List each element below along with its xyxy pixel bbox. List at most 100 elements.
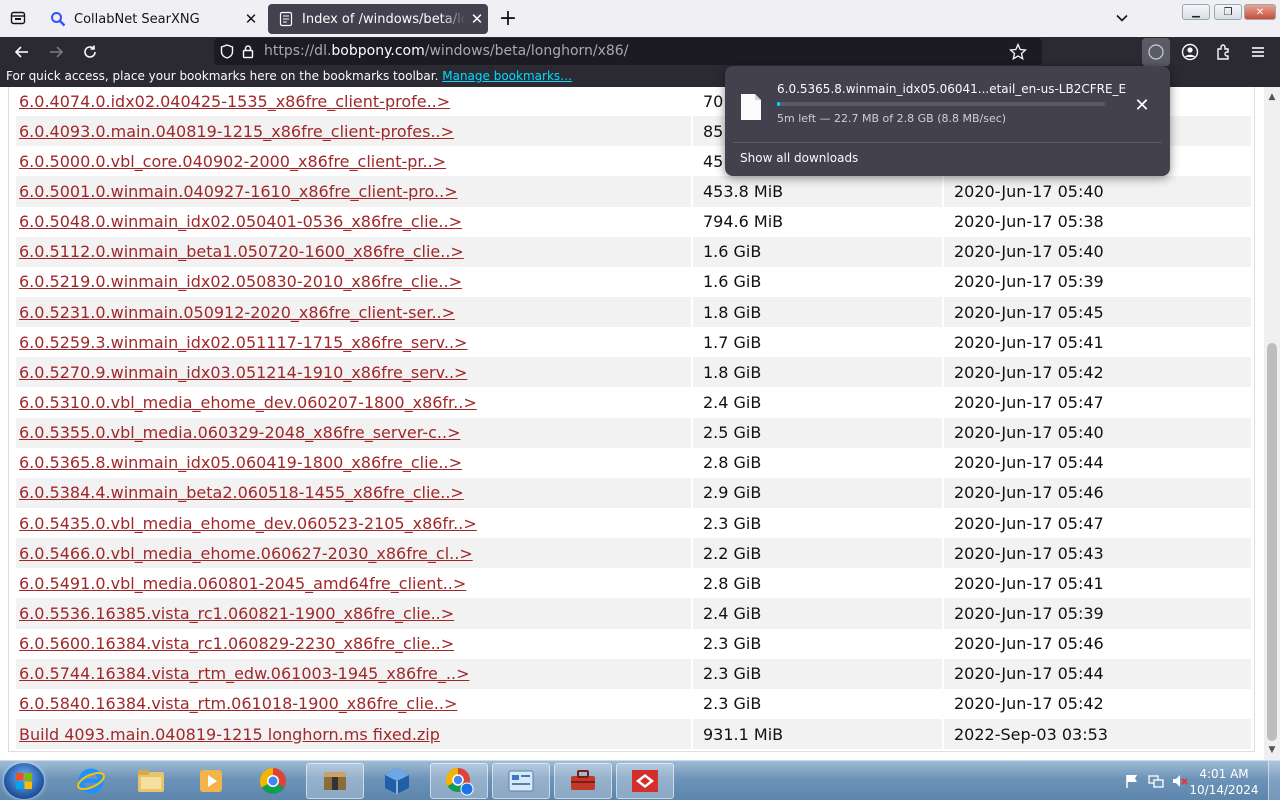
minimize-button[interactable]: ▁ <box>1182 4 1210 20</box>
file-link[interactable]: 6.0.5384.4.winmain_beta2.060518-1455_x86… <box>19 483 464 502</box>
tab-searxng[interactable]: CollabNet SearXNG ✕ <box>40 4 262 34</box>
chevron-down-icon[interactable] <box>1108 4 1136 32</box>
file-name-cell: 6.0.4093.0.main.040819-1215_x86fre_clien… <box>16 116 693 147</box>
file-link[interactable]: 6.0.5001.0.winmain.040927-1610_x86fre_cl… <box>19 182 458 201</box>
download-progress-fill <box>777 102 780 106</box>
forward-arrow-icon[interactable] <box>42 38 70 66</box>
searxng-icon <box>51 12 66 27</box>
close-tab-icon[interactable]: ✕ <box>466 10 488 28</box>
file-link[interactable]: 6.0.5466.0.vbl_media_ehome.060627-2030_x… <box>19 544 473 563</box>
file-date: 2020-Jun-17 05:39 <box>943 598 1253 629</box>
tab-index[interactable]: Index of /windows/beta/longhorn/x86/ ✕ <box>268 4 488 34</box>
close-tab-icon[interactable]: ✕ <box>240 10 262 28</box>
cancel-download-icon[interactable]: ✕ <box>1131 94 1153 116</box>
page-icon <box>279 11 293 27</box>
file-explorer-icon[interactable] <box>122 763 180 799</box>
reload-icon[interactable] <box>76 38 104 66</box>
red-app-icon[interactable] <box>616 763 674 799</box>
virtualbox-icon[interactable] <box>368 763 426 799</box>
tab-title: CollabNet SearXNG <box>74 11 200 27</box>
file-link[interactable]: 6.0.4074.0.idx02.040425-1535_x86fre_clie… <box>19 92 450 111</box>
internet-explorer-icon[interactable] <box>62 763 120 799</box>
show-all-downloads-button[interactable]: Show all downloads <box>740 151 858 165</box>
restore-button[interactable]: ❐ <box>1214 4 1242 20</box>
file-link[interactable]: 6.0.5491.0.vbl_media.060801-2045_amd64fr… <box>19 574 466 593</box>
file-date: 2020-Jun-17 05:47 <box>943 507 1253 539</box>
download-status: 5m left — 22.7 MB of 2.8 GB (8.8 MB/sec) <box>777 112 1007 125</box>
new-tab-icon[interactable]: + <box>494 4 522 32</box>
firefox-view-icon[interactable] <box>4 4 32 32</box>
file-link[interactable]: 6.0.5435.0.vbl_media_ehome_dev.060523-21… <box>19 514 477 533</box>
table-row: 6.0.5219.0.winmain_idx02.050830-2010_x86… <box>16 266 1253 297</box>
file-link[interactable]: 6.0.5355.0.vbl_media.060329-2048_x86fre_… <box>19 423 460 442</box>
control-panel-icon[interactable] <box>492 763 550 799</box>
file-name-cell: 6.0.5365.8.winmain_idx05.060419-1800_x86… <box>16 447 693 478</box>
extensions-icon[interactable] <box>1210 38 1238 66</box>
clock-date[interactable]: 10/14/2024 <box>1184 783 1264 797</box>
file-date: 2020-Jun-17 05:47 <box>943 387 1253 418</box>
scroll-up-arrow-icon[interactable]: ▲ <box>1264 89 1280 105</box>
file-link[interactable]: 6.0.5259.3.winmain_idx02.051117-1715_x86… <box>19 333 467 352</box>
chrome-profile-icon[interactable] <box>430 763 488 799</box>
file-link[interactable]: 6.0.4093.0.main.040819-1215_x86fre_clien… <box>19 122 454 141</box>
lock-icon[interactable] <box>242 44 254 59</box>
navigation-toolbar: https://dl.bobpony.com/windows/beta/long… <box>0 37 1280 66</box>
scroll-down-arrow-icon[interactable]: ▼ <box>1264 742 1280 758</box>
file-size: 2.8 GiB <box>692 568 944 599</box>
start-button[interactable] <box>4 763 44 799</box>
file-link[interactable]: 6.0.5270.9.winmain_idx03.051214-1910_x86… <box>19 363 467 382</box>
downloads-icon[interactable] <box>1142 38 1170 66</box>
file-link[interactable]: 6.0.5310.0.vbl_media_ehome_dev.060207-18… <box>19 393 477 412</box>
file-link[interactable]: 6.0.5112.0.winmain_beta1.050720-1600_x86… <box>19 242 464 261</box>
directory-listing: 6.0.4074.0.idx02.040425-1535_x86fre_clie… <box>16 87 1253 750</box>
file-size: 2.3 GiB <box>692 688 944 719</box>
bookmark-star-icon[interactable] <box>1009 43 1027 61</box>
file-link[interactable]: 6.0.5000.0.vbl_core.040902-2000_x86fre_c… <box>19 152 446 171</box>
file-name-cell: 6.0.5270.9.winmain_idx03.051214-1910_x86… <box>16 357 693 388</box>
file-date: 2020-Jun-17 05:39 <box>943 266 1253 297</box>
file-link[interactable]: 6.0.5219.0.winmain_idx02.050830-2010_x86… <box>19 272 462 291</box>
file-name-cell: 6.0.5384.4.winmain_beta2.060518-1455_x86… <box>16 477 693 508</box>
file-date: 2020-Jun-17 05:38 <box>943 206 1253 237</box>
toolbox-icon[interactable] <box>554 763 612 799</box>
file-link[interactable]: 6.0.5600.16384.vista_rc1.060829-2230_x86… <box>19 634 454 653</box>
download-file-name[interactable]: 6.0.5365.8.winmain_idx05.06041...etail_e… <box>777 82 1127 96</box>
scrollbar-thumb[interactable] <box>1267 343 1277 741</box>
file-link[interactable]: 6.0.5744.16384.vista_rtm_edw.061003-1945… <box>19 664 469 683</box>
file-link[interactable]: 6.0.5365.8.winmain_idx05.060419-1800_x86… <box>19 453 462 472</box>
chrome-icon[interactable] <box>244 763 302 799</box>
table-row: 6.0.5048.0.winmain_idx02.050401-0536_x86… <box>16 206 1253 237</box>
url-text[interactable]: https://dl.bobpony.com/windows/beta/long… <box>264 43 628 59</box>
archiver-icon[interactable] <box>306 763 364 799</box>
account-icon[interactable] <box>1176 38 1204 66</box>
file-link[interactable]: 6.0.5048.0.winmain_idx02.050401-0536_x86… <box>19 212 462 231</box>
network-icon[interactable] <box>1148 773 1164 789</box>
file-date: 2020-Jun-17 05:40 <box>943 417 1253 448</box>
file-link[interactable]: 6.0.5840.16384.vista_rtm.061018-1900_x86… <box>19 694 457 713</box>
clock-time[interactable]: 4:01 AM <box>1184 767 1264 781</box>
file-date: 2020-Jun-17 05:44 <box>943 447 1253 478</box>
url-bar[interactable]: https://dl.bobpony.com/windows/beta/long… <box>214 38 1042 65</box>
show-desktop-button[interactable] <box>1268 761 1280 800</box>
file-date: 2020-Jun-17 05:46 <box>943 628 1253 659</box>
shield-icon[interactable] <box>220 44 234 59</box>
page-scrollbar[interactable]: ▲ ▼ <box>1264 87 1280 760</box>
file-size: 931.1 MiB <box>692 718 944 750</box>
file-link[interactable]: 6.0.5231.0.winmain.050912-2020_x86fre_cl… <box>19 303 455 322</box>
file-link[interactable]: Build 4093.main.040819-1215 longhorn.ms … <box>19 725 440 744</box>
file-size: 2.4 GiB <box>692 598 944 629</box>
media-player-icon[interactable] <box>182 763 240 799</box>
windows-logo-icon <box>16 773 32 789</box>
file-size: 1.8 GiB <box>692 357 944 388</box>
file-name-cell: 6.0.5744.16384.vista_rtm_edw.061003-1945… <box>16 658 693 689</box>
file-link[interactable]: 6.0.5536.16385.vista_rc1.060821-1900_x86… <box>19 604 454 623</box>
close-window-button[interactable]: ✕ <box>1244 4 1276 20</box>
manage-bookmarks-link[interactable]: Manage bookmarks… <box>442 69 572 83</box>
table-row: 6.0.5491.0.vbl_media.060801-2045_amd64fr… <box>16 568 1253 599</box>
action-center-flag-icon[interactable] <box>1124 773 1140 789</box>
url-domain: bobpony.com <box>331 43 425 59</box>
file-size: 453.8 MiB <box>692 176 944 207</box>
file-name-cell: 6.0.5001.0.winmain.040927-1610_x86fre_cl… <box>16 176 693 207</box>
menu-icon[interactable] <box>1244 38 1272 66</box>
back-arrow-icon[interactable] <box>8 38 36 66</box>
